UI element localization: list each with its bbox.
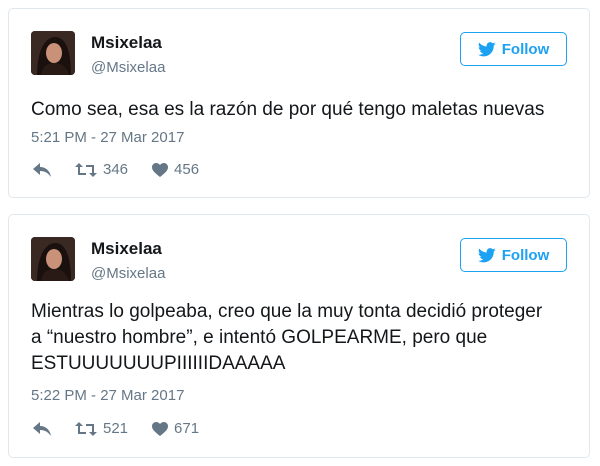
tweet-text: Mientras lo golpeaba, creo que la muy to… bbox=[31, 299, 569, 377]
display-name[interactable]: Msixelaa bbox=[91, 239, 162, 259]
retweet-button[interactable]: 521 bbox=[75, 420, 128, 437]
follow-label: Follow bbox=[501, 246, 550, 264]
avatar[interactable] bbox=[31, 31, 75, 75]
reply-icon bbox=[33, 162, 51, 177]
heart-icon bbox=[152, 421, 169, 436]
retweet-count: 346 bbox=[103, 161, 129, 178]
tweet-text-line: Mientras lo golpeaba, creo que la muy to… bbox=[31, 301, 543, 322]
tweet-card: Msixelaa @Msixelaa Follow Como sea, esa … bbox=[8, 8, 590, 198]
tweet-card: Msixelaa @Msixelaa Follow Mientras lo go… bbox=[8, 214, 590, 458]
reply-icon bbox=[33, 421, 51, 436]
tweet-actions: 521 671 bbox=[33, 420, 199, 437]
retweet-icon bbox=[75, 421, 97, 436]
tweet-text: Como sea, esa es la razón de por qué ten… bbox=[31, 99, 545, 120]
reply-button[interactable] bbox=[33, 162, 51, 177]
like-button[interactable]: 671 bbox=[152, 420, 199, 437]
retweet-count: 521 bbox=[103, 420, 129, 437]
follow-label: Follow bbox=[501, 40, 550, 58]
like-count: 456 bbox=[174, 161, 200, 178]
retweet-icon bbox=[75, 162, 97, 177]
tweet-timestamp[interactable]: 5:22 PM - 27 Mar 2017 bbox=[31, 387, 184, 404]
tweet-timestamp[interactable]: 5:21 PM - 27 Mar 2017 bbox=[31, 129, 184, 146]
twitter-bird-icon bbox=[477, 247, 496, 263]
tweet-actions: 346 456 bbox=[33, 161, 199, 178]
tweet-text-line: a “nuestro hombre”, e intentó GOLPEARME,… bbox=[31, 327, 488, 348]
user-handle[interactable]: @Msixelaa bbox=[91, 265, 165, 282]
follow-button[interactable]: Follow bbox=[460, 32, 567, 66]
like-button[interactable]: 456 bbox=[152, 161, 199, 178]
display-name[interactable]: Msixelaa bbox=[91, 33, 162, 53]
retweet-button[interactable]: 346 bbox=[75, 161, 128, 178]
heart-icon bbox=[152, 162, 169, 177]
twitter-bird-icon bbox=[477, 41, 496, 57]
like-count: 671 bbox=[174, 420, 200, 437]
follow-button[interactable]: Follow bbox=[460, 238, 567, 272]
tweet-text-line: ESTUUUUUUUPIIIIIIDAAAAA bbox=[31, 353, 286, 374]
user-handle[interactable]: @Msixelaa bbox=[91, 59, 165, 76]
avatar[interactable] bbox=[31, 237, 75, 281]
reply-button[interactable] bbox=[33, 421, 51, 436]
